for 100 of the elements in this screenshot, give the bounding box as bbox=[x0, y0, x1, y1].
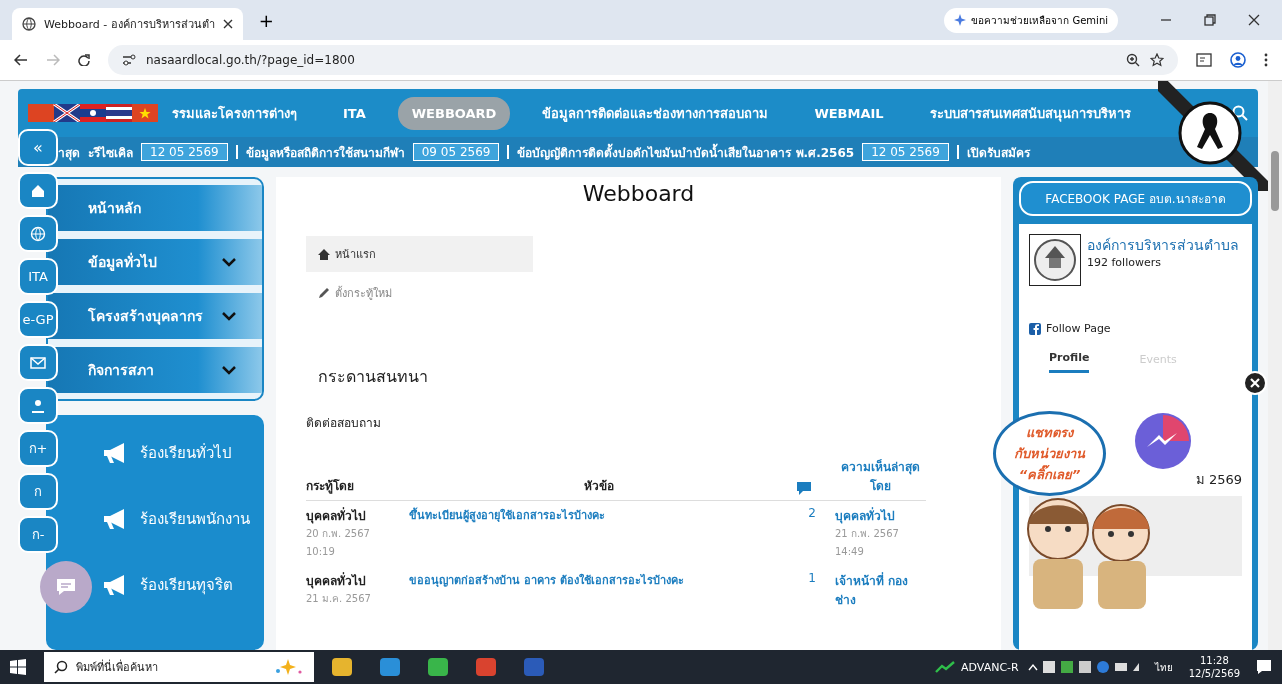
rail-button[interactable]: ก bbox=[18, 473, 58, 510]
collapse-button[interactable]: « bbox=[18, 129, 58, 166]
ticker-label: าสุด bbox=[58, 144, 80, 162]
star-icon bbox=[1150, 53, 1164, 67]
news-date: 12 05 2569 bbox=[862, 143, 949, 161]
scrollbar-thumb[interactable] bbox=[1271, 151, 1279, 211]
rail-button[interactable] bbox=[18, 172, 58, 209]
reply-count: 2 bbox=[808, 506, 816, 520]
column-header: หัวข้อ bbox=[583, 478, 615, 495]
complaint-link[interactable]: ร้องเรียนทั่วไป bbox=[102, 433, 232, 473]
complaint-link[interactable]: ร้องเรียนพนักงาน bbox=[102, 499, 250, 539]
menu-item[interactable]: ข้อมูลทั่วไป bbox=[48, 239, 262, 285]
menu-item[interactable]: กิจการสภา bbox=[48, 347, 262, 393]
close-icon bbox=[222, 19, 233, 29]
zoom-icon bbox=[1126, 53, 1140, 67]
site-settings-icon bbox=[122, 54, 136, 66]
windows-start-icon bbox=[10, 659, 26, 675]
reply-date: 21 ก.พ. 2567 bbox=[835, 527, 900, 541]
section-heading: กระดานสนทนา bbox=[318, 366, 429, 388]
rail-button[interactable]: e-GP bbox=[18, 301, 58, 338]
complaint-link[interactable]: ร้องเรียนทุจริต bbox=[102, 565, 233, 605]
follower-count: 192 followers bbox=[1087, 256, 1162, 269]
forward-arrow-icon bbox=[46, 54, 60, 66]
pencil-icon bbox=[318, 287, 330, 299]
nav-link[interactable]: รรมและโครงการต่างๆ bbox=[158, 93, 311, 133]
forum-name: ติดต่อสอบถาม bbox=[306, 415, 382, 432]
news-link[interactable]: ะรีไซเคิล bbox=[88, 142, 133, 162]
close-icon bbox=[1248, 14, 1260, 26]
nav-link[interactable]: ระบบสารสนเทศสนับสนุนการบริหาร bbox=[915, 93, 1145, 133]
nav-link[interactable]: ข้อมูลการติดต่อและช่องทางการสอบถาม bbox=[528, 93, 783, 133]
page-title: Webboard bbox=[581, 181, 696, 206]
author-name: บุคคลทั่วไป bbox=[306, 506, 367, 525]
taskbar-search-field[interactable]: พิมพ์ที่นี่เพื่อค้นหา bbox=[44, 652, 314, 682]
home-icon bbox=[318, 248, 330, 260]
chevron-down-icon bbox=[222, 257, 236, 267]
news-link[interactable]: เปิดรับสมัคร bbox=[966, 142, 1030, 162]
nav-link[interactable]: ITA bbox=[329, 96, 380, 130]
column-header: ความเห็นล่าสุดโดย bbox=[839, 458, 921, 495]
menu-item[interactable]: หน้าหลัก bbox=[48, 185, 262, 231]
panel-header: FACEBOOK PAGE อบต.นาสะอาด bbox=[1019, 181, 1252, 216]
nav-link[interactable]: WEBMAIL bbox=[800, 96, 898, 130]
sparkle-icon bbox=[954, 14, 967, 26]
rail-button[interactable] bbox=[18, 344, 58, 381]
new-tab-button[interactable]: + bbox=[254, 9, 278, 31]
chart-up-icon bbox=[935, 661, 956, 673]
comment-icon bbox=[797, 482, 811, 495]
more-icon bbox=[1264, 53, 1268, 67]
news-date: 09 05 2569 bbox=[412, 143, 500, 161]
sparkle-icon bbox=[274, 657, 304, 677]
chat-bubble-icon bbox=[55, 577, 77, 597]
mail-icon bbox=[30, 354, 46, 371]
gemini-button[interactable]: ขอความช่วยเหลือจาก Gemini bbox=[944, 7, 1118, 33]
post-date: 21 ม.ค. 2567 bbox=[306, 592, 372, 606]
tab-title: Webboard - องค์การบริหารส่วนตำ bbox=[44, 17, 215, 33]
chevron-down-icon bbox=[222, 365, 236, 375]
topic-link[interactable]: ขออนุญาตก่อสร้างบ้าน อาคาร ต้องใช้เอกสารอะไรบ้างคะ bbox=[409, 574, 684, 587]
nav-link[interactable]: WEBBOARD bbox=[397, 96, 511, 130]
language-indicator[interactable]: ไทย bbox=[1154, 659, 1173, 675]
address-field[interactable]: nasaardlocal.go.th/?page_id=1800 bbox=[108, 45, 1178, 75]
back-arrow-icon bbox=[14, 54, 28, 66]
post-date: 20 ก.พ. 2567 bbox=[306, 527, 371, 541]
last-poster-link[interactable]: เจ้าหน้าที่ กองช่าง bbox=[835, 571, 925, 609]
profile-icon bbox=[1230, 52, 1246, 68]
close-icon bbox=[1250, 378, 1260, 388]
column-header: กระทู้โดย bbox=[306, 478, 355, 495]
reload-icon bbox=[78, 54, 90, 66]
rail-button[interactable]: ITA bbox=[18, 258, 58, 295]
facebook-icon bbox=[1029, 322, 1041, 335]
author-name: บุคคลทั่วไป bbox=[306, 571, 367, 590]
rail-button[interactable]: ก+ bbox=[18, 430, 58, 467]
globe-icon bbox=[30, 225, 46, 242]
new-topic-link[interactable]: ตั้งกระทู้ใหม่ bbox=[306, 272, 971, 314]
rail-button[interactable]: ก- bbox=[18, 516, 58, 553]
stock-ticker: ADVANC-R bbox=[961, 660, 1019, 674]
news-link[interactable]: ข้อมูลหรือสถิติการใช้สนามกีฬา bbox=[245, 142, 405, 162]
search-icon bbox=[54, 660, 68, 674]
url-text: nasaardlocal.go.th/?page_id=1800 bbox=[146, 53, 356, 67]
search-icon bbox=[1232, 105, 1248, 121]
reply-count: 1 bbox=[808, 571, 816, 585]
browser-tab[interactable]: Webboard - องค์การบริหารส่วนตำ bbox=[12, 8, 243, 40]
globe-icon bbox=[22, 17, 36, 31]
person-icon bbox=[30, 397, 46, 414]
post-time: 10:19 bbox=[306, 545, 336, 559]
rail-button[interactable] bbox=[18, 387, 58, 424]
chevron-down-icon bbox=[222, 311, 236, 321]
reading-mode-icon bbox=[1196, 53, 1212, 67]
breadcrumb-link[interactable]: หน้าแรก bbox=[306, 236, 533, 272]
follow-page-link[interactable]: Follow Page bbox=[1029, 322, 1242, 335]
last-poster-link[interactable]: บุคคลทั่วไป bbox=[835, 506, 925, 525]
topic-link[interactable]: ขึ้นทะเบียนผู้สูงอายุใช้เอกสารอะไรบ้างคะ bbox=[409, 509, 605, 522]
close-button[interactable] bbox=[1243, 371, 1267, 395]
messenger-icon bbox=[1133, 411, 1193, 471]
page-name-link[interactable]: องค์การบริหารส่วนตำบล bbox=[1087, 237, 1239, 253]
restore-icon bbox=[1204, 14, 1216, 26]
news-link[interactable]: ข้อบัญญัติการติดตั้งบ่อดักไขมันบำบัดน้ำเสียในอาคาร พ.ศ.2565 bbox=[517, 142, 855, 162]
panel-tab[interactable]: Profile bbox=[1049, 349, 1090, 373]
news-date: 12 05 2569 bbox=[141, 143, 228, 161]
clock[interactable]: 11:28 12/5/2569 bbox=[1188, 654, 1240, 680]
rail-button[interactable] bbox=[18, 215, 58, 252]
notification-icon bbox=[1256, 659, 1272, 675]
